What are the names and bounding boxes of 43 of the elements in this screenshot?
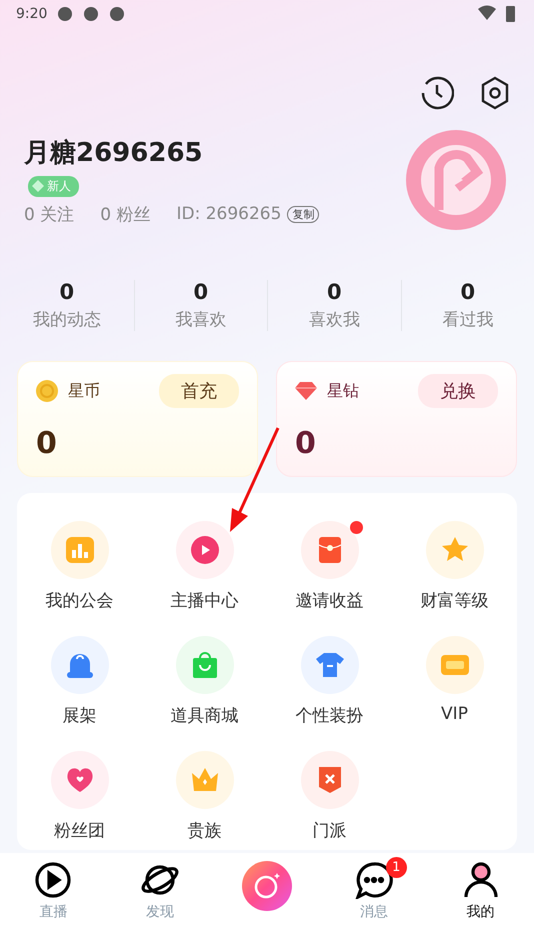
unread-badge: 1 [386, 857, 407, 878]
user-name: 月糖2696265 [24, 136, 204, 170]
tshirt-icon [314, 650, 344, 680]
feature-item[interactable]: 主播中心 [142, 521, 267, 612]
wallet-card[interactable]: 星钻 兑换 0 [276, 361, 517, 477]
wallet-label: 星钻 [327, 380, 360, 402]
chart-icon [64, 535, 94, 565]
feature-item[interactable]: 道具商城 [142, 636, 267, 727]
feature-item[interactable]: 展架 [17, 636, 142, 727]
person-icon [462, 861, 500, 899]
wallet-label: 星币 [68, 380, 101, 402]
feature-item[interactable]: 我的公会 [17, 521, 142, 612]
wallet-action-button[interactable]: 首充 [159, 374, 239, 408]
coin-icon [36, 380, 58, 402]
nav-tab[interactable]: 我的 [427, 861, 534, 921]
wallet-amount: 0 [295, 426, 317, 461]
status-time: 9:20 [16, 6, 48, 22]
notification-icon [57, 6, 74, 22]
history-icon[interactable] [420, 76, 454, 110]
settings-icon[interactable] [480, 76, 510, 110]
chat-icon [354, 861, 393, 899]
stat-value: 0 [193, 280, 208, 304]
play-icon [190, 535, 220, 565]
stat-value: 0 [460, 280, 476, 304]
feature-item[interactable]: 个性装扮 [267, 636, 392, 727]
diamond-icon [295, 381, 317, 401]
user-id: ID: 2696265 [176, 204, 282, 224]
feature-item[interactable]: 邀请收益 [267, 521, 392, 612]
feature-item[interactable]: 贵族 [142, 751, 267, 842]
feature-item[interactable]: 财富等级 [392, 521, 517, 612]
feature-item[interactable]: 粉丝团 [17, 751, 142, 842]
play-icon [34, 861, 72, 899]
notification-icon [83, 6, 100, 22]
feature-item[interactable]: 门派 [267, 751, 392, 842]
wallet-card[interactable]: 星币 首充 0 [17, 361, 258, 477]
copy-button[interactable]: 复制 [287, 206, 320, 222]
level-badge: 新人 [28, 176, 79, 196]
wallet-action-button[interactable]: 兑换 [418, 374, 498, 408]
notification-icon [109, 6, 126, 22]
stat-value: 0 [59, 280, 74, 304]
feature-item[interactable]: VIP [392, 636, 517, 727]
wallet-amount: 0 [36, 426, 58, 461]
stat-value: 0 [326, 280, 342, 304]
